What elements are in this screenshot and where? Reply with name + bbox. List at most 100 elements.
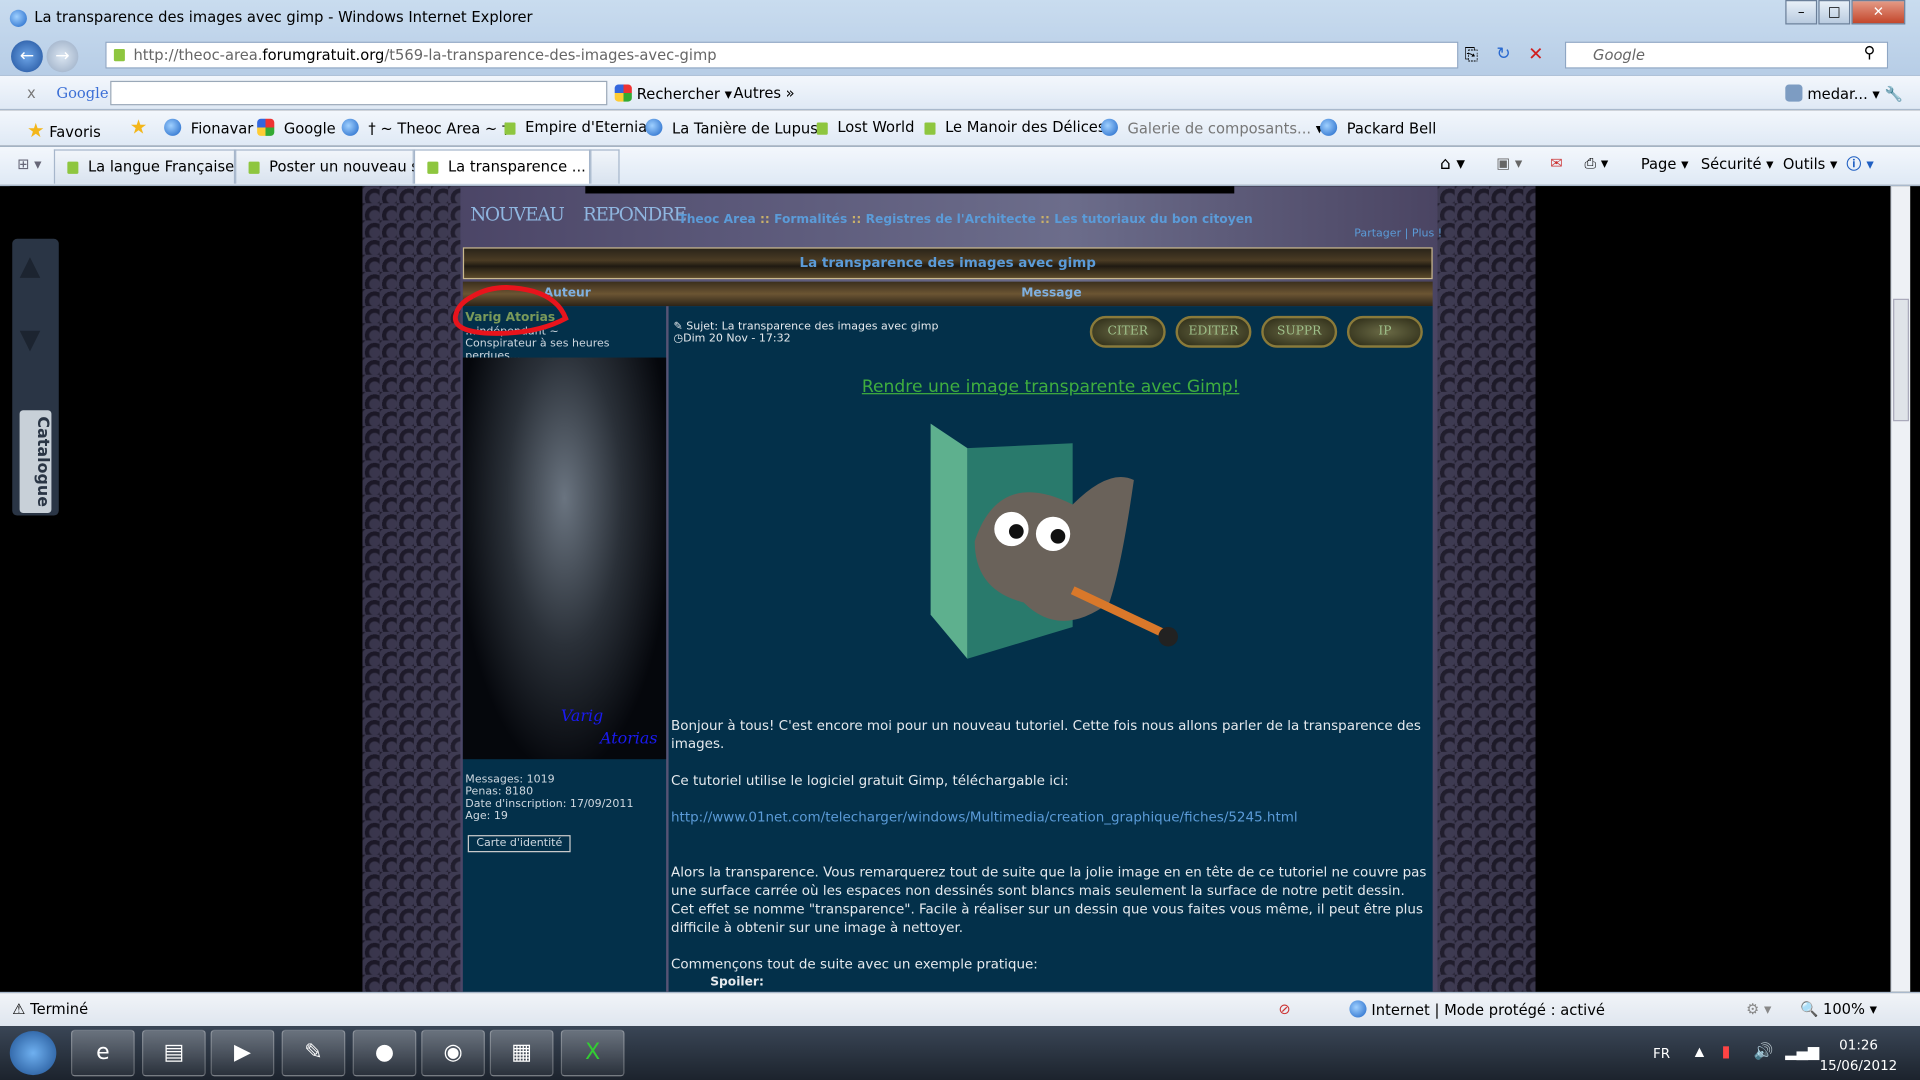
back-button[interactable]: ← <box>11 40 43 73</box>
rechercher-button[interactable]: Rechercher ▾ <box>614 84 732 103</box>
breadcrumb-link[interactable]: Les tutoriaux du bon citoyen <box>1054 213 1253 226</box>
globe-icon <box>1349 1000 1367 1018</box>
google-icon <box>614 84 632 102</box>
tab-active[interactable]: La transparence ... ✕ <box>413 149 603 184</box>
paint-taskbar-icon[interactable]: ✎ <box>281 1029 346 1077</box>
subject-text: Sujet: La transparence des images avec g… <box>686 320 939 334</box>
fav-label: † ~ Theoc Area ~ † <box>368 120 510 138</box>
security-menu[interactable]: Sécurité ▾ <box>1701 156 1774 173</box>
refresh-icon[interactable]: ↻ <box>1496 44 1510 64</box>
fav-item[interactable]: Galerie de composants... ▾ <box>1100 118 1323 137</box>
zone-info[interactable]: Internet | Mode protégé : activé <box>1349 1000 1605 1019</box>
forward-button[interactable]: → <box>46 40 79 73</box>
user-menu[interactable]: medar... ▾ 🔧 <box>1785 84 1903 103</box>
fav-item[interactable]: Fionavar <box>164 118 253 137</box>
search-input[interactable]: Google <box>1564 41 1889 69</box>
explorer-taskbar-icon[interactable]: ▤ <box>142 1029 206 1077</box>
security-label: Sécurité <box>1700 155 1762 173</box>
clock-date[interactable]: 15/06/2012 <box>1820 1058 1898 1074</box>
status-label: Terminé <box>30 1000 89 1018</box>
start-button[interactable] <box>9 1031 57 1076</box>
popup-blocker-icon[interactable]: ⊘ <box>1278 1000 1290 1017</box>
fav-item[interactable]: La Tanière de Lupus <box>645 118 818 137</box>
chrome-taskbar-icon[interactable]: ◉ <box>421 1029 485 1077</box>
avatar: Varig Atorias <box>462 357 667 760</box>
feeds-icon[interactable]: ▣ ▾ <box>1496 154 1522 171</box>
tab[interactable]: Poster un nouveau s... <box>235 149 433 184</box>
more-button[interactable]: Autres » <box>733 84 794 101</box>
post-heading[interactable]: Rendre une image transparente avec Gimp! <box>669 377 1433 397</box>
google-search-input[interactable] <box>110 80 608 106</box>
new-tab-button[interactable] <box>590 149 620 184</box>
forum-icon <box>248 161 260 174</box>
spoiler-label[interactable]: Spoiler: <box>671 973 1428 991</box>
close-toolbar-button[interactable]: x <box>27 84 36 101</box>
vertical-scrollbar[interactable] <box>1890 186 1911 992</box>
maximize-button[interactable]: □ <box>1818 0 1851 25</box>
fav-item[interactable]: Lost World <box>816 119 914 136</box>
page-menu[interactable]: Page ▾ <box>1641 156 1689 173</box>
rechercher-label: Rechercher <box>636 85 720 103</box>
firefox-taskbar-icon[interactable]: ● <box>352 1029 417 1077</box>
add-favorite-icon[interactable]: ★ <box>130 115 148 138</box>
security-status-icon[interactable]: ⚙ ▾ <box>1746 1000 1771 1017</box>
fav-item[interactable]: Empire d'Eternia <box>504 119 647 136</box>
compat-icon[interactable]: ⎘ <box>1464 45 1478 65</box>
fav-item[interactable]: Packard Bell <box>1320 118 1436 137</box>
search-icon[interactable]: ⚲ <box>1864 44 1876 62</box>
share-link[interactable]: Partager <box>1354 228 1401 240</box>
edit-button[interactable]: EDITER <box>1175 315 1252 348</box>
google-logo: Google <box>56 84 109 102</box>
home-icon[interactable]: ⌂ ▾ <box>1440 154 1465 174</box>
battery-icon[interactable]: ▮ <box>1722 1043 1731 1061</box>
breadcrumb-link[interactable]: Theoc Area <box>678 213 755 226</box>
fav-item[interactable]: † ~ Theoc Area ~ † <box>341 118 510 138</box>
ie-taskbar-icon[interactable]: e <box>71 1029 135 1077</box>
reply-button[interactable]: REPONDRE <box>583 203 687 237</box>
new-topic-button[interactable]: NOUVEAU <box>470 203 565 237</box>
clock-time[interactable]: 01:26 <box>1839 1037 1878 1053</box>
media-player-taskbar-icon[interactable]: ▶ <box>210 1029 275 1077</box>
fav-item[interactable]: Le Manoir des Délices <box>924 119 1106 136</box>
topic-title: La transparence des images avec gimp <box>462 247 1433 280</box>
lace-decoration <box>1437 186 1536 992</box>
penas-count: Penas: 8180 <box>465 786 534 799</box>
avatar-signature: Varig <box>560 707 604 727</box>
ip-button[interactable]: IP <box>1346 315 1423 348</box>
tools-label: Outils <box>1782 155 1826 173</box>
minimize-button[interactable]: – <box>1785 0 1818 25</box>
delete-button[interactable]: SUPPR <box>1261 315 1338 348</box>
breadcrumb-link[interactable]: Formalités <box>774 213 847 226</box>
excel-taskbar-icon[interactable]: X <box>560 1029 625 1077</box>
print-icon[interactable]: ⎙ ▾ <box>1584 154 1608 172</box>
help-icon[interactable]: ⓘ ▾ <box>1847 153 1874 174</box>
show-hidden-icons[interactable]: ▲ <box>1695 1046 1704 1059</box>
stop-icon[interactable]: ✕ <box>1528 43 1543 65</box>
zoom-level: 100% <box>1822 1000 1865 1018</box>
close-button[interactable]: ✕ <box>1851 0 1906 25</box>
more-link[interactable]: Plus ! <box>1412 228 1442 240</box>
volume-icon[interactable]: 🔊 <box>1753 1043 1773 1061</box>
title-bar: La transparence des images avec gimp - W… <box>0 0 1920 76</box>
breadcrumb-link[interactable]: Registres de l'Architecte <box>866 213 1036 226</box>
fav-item[interactable]: Google <box>257 118 336 137</box>
tools-menu[interactable]: Outils ▾ <box>1783 156 1838 173</box>
scrollbar-thumb[interactable] <box>1893 298 1909 422</box>
quote-button[interactable]: CITER <box>1089 315 1166 348</box>
language-indicator[interactable]: FR <box>1653 1046 1670 1062</box>
id-card-button[interactable]: Carte d'identité <box>467 835 571 853</box>
author-age: Age: 19 <box>465 810 508 823</box>
mail-icon[interactable]: ✉ <box>1550 154 1562 171</box>
address-bar[interactable]: http://theoc-area.forumgratuit.org/t569-… <box>105 41 1459 69</box>
catalogue-panel[interactable]: ▲ ▼ Catalogue <box>12 238 59 516</box>
tab[interactable]: La langue Française ... <box>53 149 253 184</box>
tab-label: Poster un nouveau s... <box>269 157 433 176</box>
document-taskbar-icon[interactable]: ▦ <box>489 1029 554 1077</box>
favorites-button[interactable]: ★ Favoris <box>27 119 101 142</box>
star-icon: ★ <box>26 118 45 143</box>
zoom-control[interactable]: 🔍 100% ▾ <box>1800 1000 1877 1017</box>
quick-tabs-icon[interactable]: ⊞ ▾ <box>17 156 41 173</box>
download-link[interactable]: http://www.01net.com/telecharger/windows… <box>671 808 1428 826</box>
network-icon[interactable]: ▂▄▆ <box>1785 1043 1819 1060</box>
clock-icon: ◷ <box>673 333 684 346</box>
